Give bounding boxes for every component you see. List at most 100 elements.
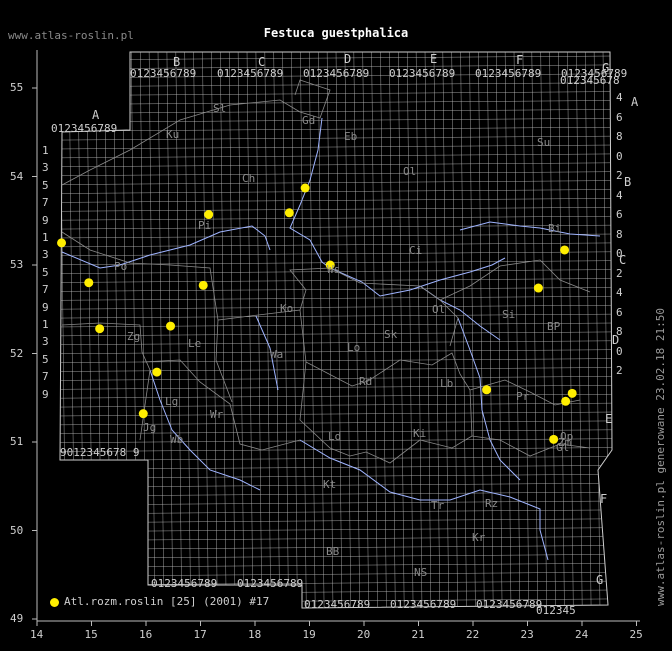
region-label: Lb	[440, 377, 454, 390]
grid-line	[60, 180, 612, 185]
region-label: Ki	[413, 427, 427, 440]
grid-line	[406, 52, 414, 608]
grid-line	[504, 52, 512, 608]
region-label: Wa	[270, 348, 284, 361]
region-label: Le	[188, 337, 202, 350]
region-label: Gd	[302, 114, 316, 127]
grid-line	[60, 536, 612, 541]
region-label: Po	[114, 260, 128, 273]
occurrence-point	[166, 321, 176, 331]
river	[457, 317, 521, 481]
grid-letter-right: B	[624, 175, 632, 189]
grid-letter-right: E	[605, 412, 613, 426]
river	[61, 225, 271, 269]
grid-line	[371, 52, 378, 608]
y-tick-label: 52	[10, 346, 24, 360]
grid-line	[255, 52, 263, 608]
grid-digit-left: 9	[42, 213, 49, 227]
grid-line	[602, 52, 610, 608]
grid-line	[60, 126, 612, 132]
river	[459, 221, 601, 237]
grid-line	[380, 52, 387, 608]
grid-line	[60, 55, 612, 61]
grid-digit-left: 9	[42, 300, 49, 314]
occurrence-point	[561, 396, 571, 406]
grid-digit-right: 6	[616, 208, 623, 221]
occurrence-point	[57, 238, 67, 248]
grid-line	[228, 52, 236, 608]
region-label: Ch	[242, 172, 256, 185]
grid-digit-right: 8	[616, 130, 623, 143]
grid-line	[60, 153, 612, 159]
occurrence-point	[300, 183, 310, 193]
grid-letter-right: A	[631, 95, 639, 109]
region-label: Pr	[516, 390, 530, 403]
grid-digit-right: 2	[616, 169, 623, 182]
grid-line	[424, 52, 432, 608]
occurrence-point	[84, 278, 94, 288]
grid-line	[148, 52, 156, 608]
grid-line	[60, 527, 612, 532]
grid-digits-top: 0123456789	[475, 67, 542, 80]
grid-line	[593, 52, 601, 608]
grid-line	[60, 171, 612, 176]
grid-line	[60, 563, 612, 568]
grid-digit-right: 2	[616, 364, 623, 377]
grid-line	[60, 198, 612, 203]
grid-line	[246, 52, 254, 608]
region-label: BP	[547, 320, 561, 333]
grid-line	[389, 52, 396, 608]
region-label: Ol	[403, 165, 417, 178]
grid-digit-left: 1	[42, 231, 49, 244]
river	[289, 117, 331, 269]
occurrence-point	[152, 367, 162, 377]
grid-line	[60, 242, 612, 248]
region-label: Lo	[347, 341, 361, 354]
grid-line	[60, 580, 612, 586]
grid-line	[60, 509, 612, 515]
region-label: Ol	[432, 303, 446, 316]
region-label: Jg	[143, 421, 157, 434]
x-tick-label: 21	[411, 628, 425, 641]
province-border	[439, 259, 591, 301]
region-label: Su	[537, 136, 551, 149]
region-label: Zg	[127, 330, 141, 343]
grid-line	[60, 500, 612, 506]
grid-line	[60, 135, 612, 141]
region-label: Eb	[344, 130, 358, 143]
grid-digits-bottom: 0123456789	[237, 577, 304, 590]
grid-line	[60, 313, 612, 319]
grid-line	[60, 109, 612, 114]
grid-line	[60, 251, 612, 257]
occurrence-point	[533, 283, 543, 293]
grid-digit-right: 4	[616, 91, 623, 104]
grid-line	[60, 420, 612, 426]
grid-line	[433, 52, 441, 608]
grid-line	[60, 304, 612, 310]
grid-digits-top: 0123456789	[303, 67, 370, 80]
grid-digit-left: 5	[42, 178, 49, 192]
region-label: Wb	[170, 433, 184, 446]
grid-digits-bottom: 012345	[536, 604, 576, 617]
grid-digits-bottom: 0123456789	[476, 598, 543, 611]
grid-digit-right: 4	[616, 286, 623, 299]
region-label: Pi	[198, 219, 212, 232]
grid-line	[60, 91, 612, 96]
grid-line	[157, 52, 165, 608]
grid-line	[139, 52, 147, 608]
grid-letter-top: E	[430, 52, 438, 66]
x-tick-label: 18	[248, 628, 262, 641]
grid-line	[60, 393, 612, 399]
region-label: Ku	[166, 128, 180, 141]
grid-line	[60, 385, 612, 390]
grid-digit-right: 6	[616, 110, 623, 124]
x-tick-label: 14	[30, 628, 44, 641]
grid-line	[60, 358, 612, 363]
grid-line	[60, 278, 612, 283]
grid-line	[60, 491, 612, 497]
grid-line	[60, 82, 612, 87]
region-label: Bi	[548, 222, 562, 235]
grid-letter-top: F	[516, 53, 524, 67]
grid-line	[469, 52, 476, 608]
occurrence-point	[560, 245, 570, 255]
